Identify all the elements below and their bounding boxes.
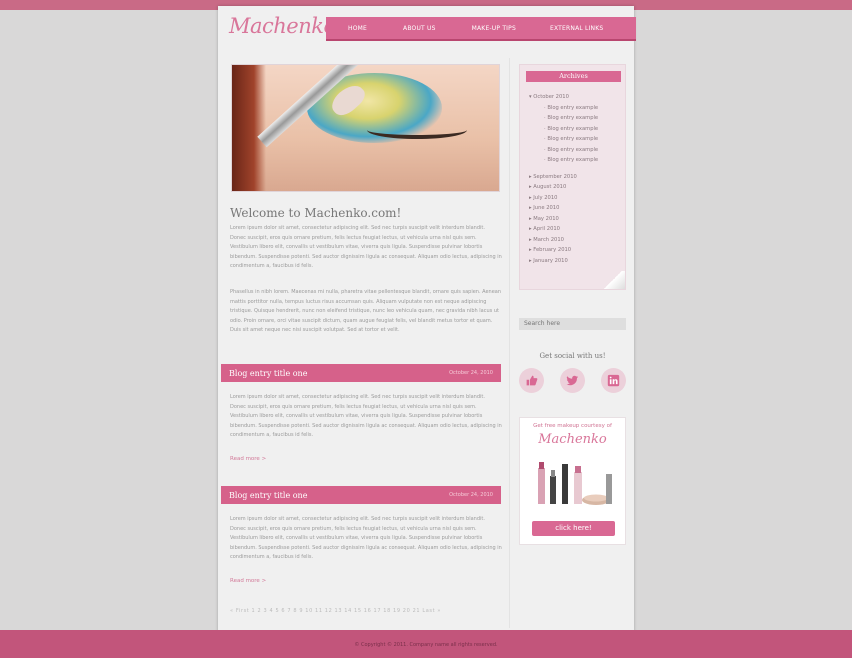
archive-post-link[interactable]: · Blog entry example	[544, 124, 598, 135]
archive-month[interactable]: ▸ June 2010	[529, 203, 598, 214]
nav-about-us[interactable]: ABOUT US	[403, 25, 436, 32]
search-input[interactable]	[519, 318, 626, 330]
archive-month[interactable]: ▸ May 2010	[529, 214, 598, 225]
footer-copyright: © Copyright © 2011. Company name all rig…	[354, 642, 498, 648]
ad-click-here-button[interactable]: click here!	[532, 521, 615, 536]
blog-entry-header: Blog entry title one October 24, 2010	[221, 364, 501, 382]
footer: © Copyright © 2011. Company name all rig…	[0, 630, 852, 658]
blog-entry-body: Lorem ipsum dolor sit amet, consectetur …	[230, 516, 502, 560]
blog-entry-date: October 24, 2010	[449, 492, 493, 498]
read-more-link[interactable]: Read more >	[230, 578, 266, 584]
archive-month[interactable]: ▸ August 2010	[529, 182, 598, 193]
main-nav: HOME ABOUT US MAKE-UP TIPS EXTERNAL LINK…	[326, 17, 636, 41]
facebook-like-icon[interactable]	[519, 368, 544, 393]
archives-widget: Archives ▾ October 2010 · Blog entry exa…	[519, 64, 626, 290]
welcome-heading: Welcome to Machenko.com!	[230, 206, 402, 220]
archive-month[interactable]: ▸ March 2010	[529, 235, 598, 246]
nav-home[interactable]: HOME	[348, 25, 367, 32]
archive-post-link[interactable]: · Blog entry example	[544, 145, 598, 156]
archives-title: Archives	[526, 71, 621, 82]
nav-external-links[interactable]: EXTERNAL LINKS	[550, 25, 603, 32]
ad-tagline: Get free makeup courtesy of	[533, 423, 612, 429]
twitter-icon[interactable]	[560, 368, 585, 393]
archive-month[interactable]: ▸ April 2010	[529, 224, 598, 235]
blog-entry-title[interactable]: Blog entry title one	[229, 369, 307, 378]
ad-brand-logo: Machenko	[538, 432, 607, 447]
nav-makeup-tips[interactable]: MAKE-UP TIPS	[472, 25, 516, 32]
intro-paragraph-1: Lorem ipsum dolor sit amet, consectetur …	[230, 225, 502, 269]
archive-month-open[interactable]: ▾ October 2010	[529, 92, 598, 103]
blog-entry-title[interactable]: Blog entry title one	[229, 491, 307, 500]
blog-entry-header: Blog entry title one October 24, 2010	[221, 486, 501, 504]
archives-list: ▾ October 2010 · Blog entry example · Bl…	[529, 92, 598, 266]
archive-month[interactable]: ▸ September 2010	[529, 172, 598, 183]
archive-month[interactable]: ▸ July 2010	[529, 193, 598, 204]
social-icons-row	[519, 368, 626, 393]
page-container: Machenko HOME ABOUT US MAKE-UP TIPS EXTE…	[218, 6, 636, 632]
site-logo[interactable]: Machenko	[229, 14, 336, 38]
blog-entry-body: Lorem ipsum dolor sit amet, consectetur …	[230, 394, 502, 438]
hero-image	[231, 64, 500, 192]
archive-month[interactable]: ▸ January 2010	[529, 256, 598, 267]
page-curl-decoration	[601, 271, 625, 289]
sidebar-divider	[509, 58, 510, 628]
archive-post-link[interactable]: · Blog entry example	[544, 155, 598, 166]
archive-post-link[interactable]: · Blog entry example	[544, 103, 598, 114]
archive-post-link[interactable]: · Blog entry example	[544, 134, 598, 145]
blog-entry-date: October 24, 2010	[449, 370, 493, 376]
makeup-products-image	[538, 462, 612, 505]
intro-paragraph-2: Phasellus in nibh lorem. Maecenas mi nul…	[230, 289, 502, 333]
archive-month[interactable]: ▸ February 2010	[529, 245, 598, 256]
social-heading: Get social with us!	[539, 352, 606, 360]
linkedin-icon[interactable]	[601, 368, 626, 393]
makeup-ad-banner[interactable]: Get free makeup courtesy of Machenko cli…	[519, 417, 626, 545]
archive-post-link[interactable]: · Blog entry example	[544, 113, 598, 124]
read-more-link[interactable]: Read more >	[230, 456, 266, 462]
pagination[interactable]: « First 1 2 3 4 5 6 7 8 9 10 11 12 13 14…	[230, 608, 502, 614]
